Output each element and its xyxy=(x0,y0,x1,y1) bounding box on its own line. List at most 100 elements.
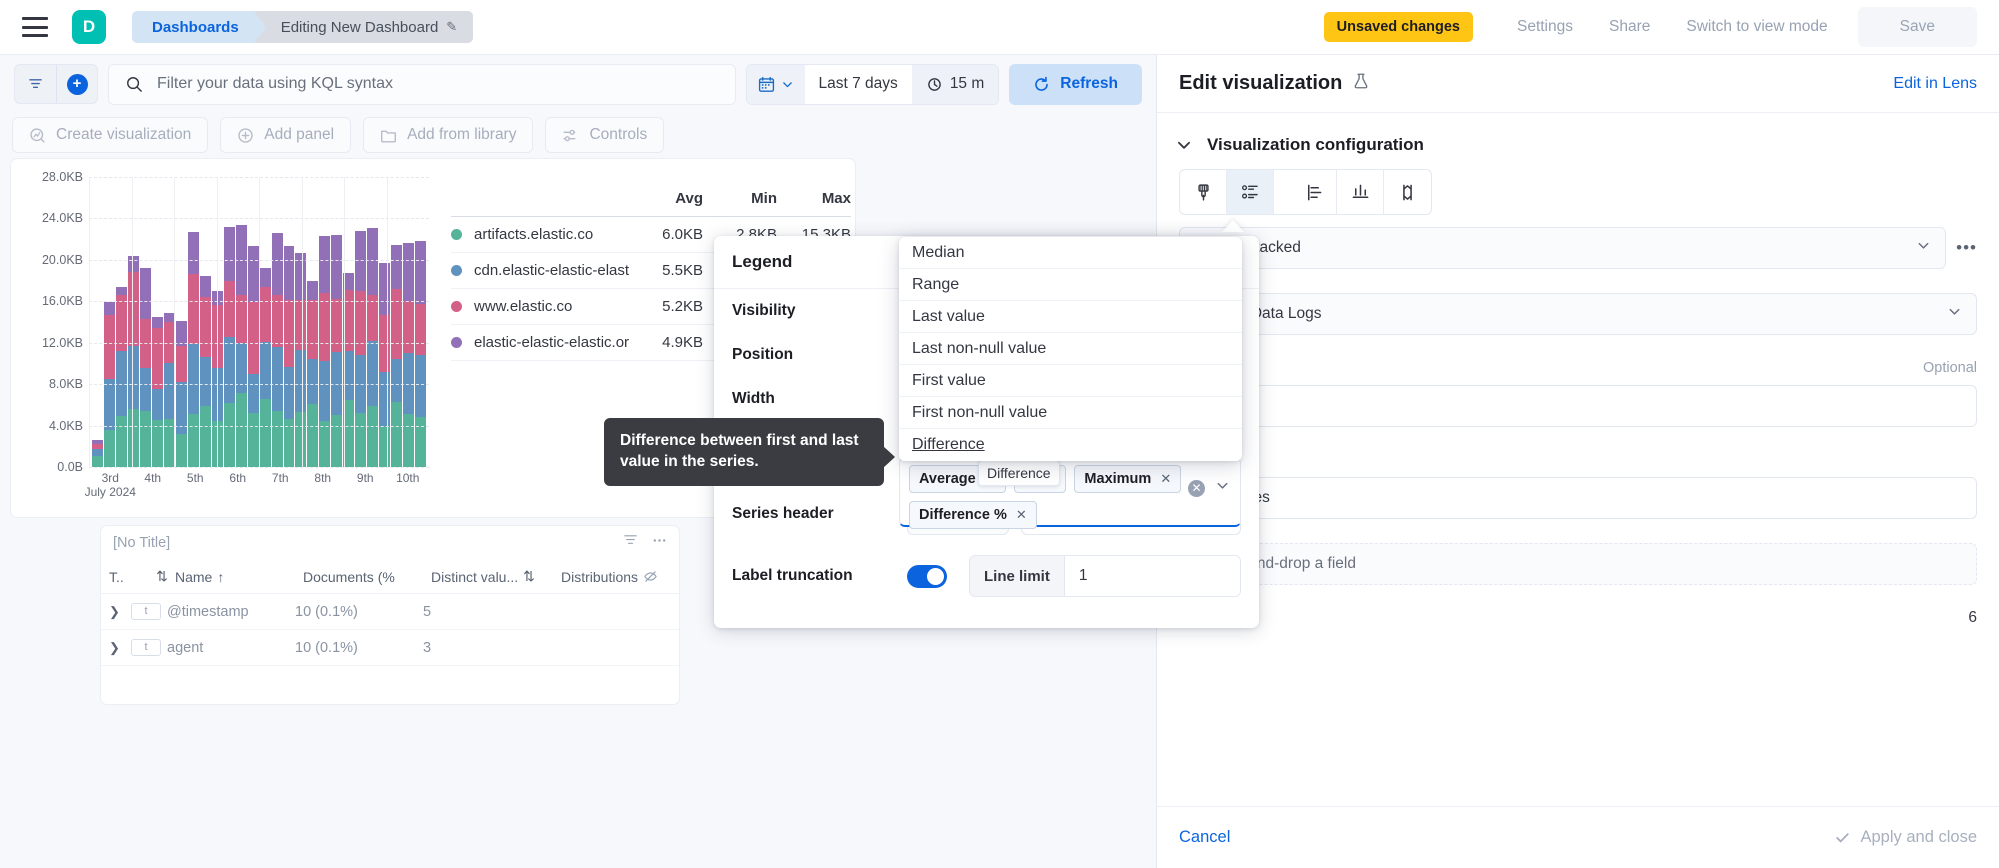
data-view-select[interactable]: Sample Data Logs xyxy=(1179,293,1977,335)
apply-and-close-button[interactable]: Apply and close xyxy=(1834,828,1978,847)
breadcrumb-current[interactable]: Editing New Dashboard ✎ xyxy=(255,11,474,43)
menu-item-median[interactable]: Median xyxy=(899,237,1242,269)
bar[interactable] xyxy=(92,440,103,467)
vertical-gridline xyxy=(344,177,345,467)
col-type[interactable]: T.. xyxy=(109,569,149,585)
bar[interactable] xyxy=(355,231,366,467)
bar[interactable] xyxy=(331,235,342,467)
bar[interactable] xyxy=(236,225,247,467)
col-distributions[interactable]: Distributions xyxy=(561,569,643,585)
panel-menu-icon[interactable] xyxy=(652,533,667,553)
table-row[interactable]: ❯t@timestamp10 (0.1%)5 xyxy=(101,594,679,630)
axis-left-icon-button[interactable] xyxy=(1290,170,1337,214)
menu-item-last-value[interactable]: Last value xyxy=(899,301,1242,333)
breadcrumb-dashboards[interactable]: Dashboards xyxy=(132,11,255,43)
bar-segment xyxy=(379,263,390,315)
menu-item-first-value[interactable]: First value xyxy=(899,365,1242,397)
bar[interactable] xyxy=(403,243,414,467)
controls-button[interactable]: Controls xyxy=(545,117,664,153)
bar[interactable] xyxy=(140,268,151,467)
line-limit-value[interactable]: 1 xyxy=(1065,556,1240,596)
refresh-interval-button[interactable]: 15 m xyxy=(912,65,998,104)
field-documents: 10 (0.1%) xyxy=(295,640,423,656)
filter-icon[interactable] xyxy=(623,533,638,553)
menu-item-first-non-null-value[interactable]: First non-null value xyxy=(899,397,1242,429)
statistics-pill-maximum[interactable]: Maximum ✕ xyxy=(1074,465,1181,493)
bar-segment xyxy=(140,268,151,319)
bar[interactable] xyxy=(284,246,295,467)
bar[interactable] xyxy=(200,276,211,467)
filter-icon[interactable] xyxy=(15,65,56,103)
vertical-axis-field[interactable]: an of bytes xyxy=(1179,477,1977,519)
statistics-combo-box[interactable]: Average ✕ m ✕ Maximum ✕ Difference % ✕ ✕ xyxy=(899,457,1241,527)
col-type-sort-icon[interactable]: ⇅ xyxy=(149,568,175,585)
menu-icon[interactable] xyxy=(22,17,48,37)
axis-right-icon-button[interactable] xyxy=(1384,170,1431,214)
date-quick-select-button[interactable] xyxy=(747,65,805,104)
breadcrumb: Dashboards Editing New Dashboard ✎ xyxy=(132,11,473,43)
bar[interactable] xyxy=(307,281,318,467)
col-name[interactable]: Name↑ xyxy=(175,569,303,585)
bar[interactable] xyxy=(116,287,127,467)
field-documents: 10 (0.1%) xyxy=(295,604,423,620)
col-distinct[interactable]: Distinct valu...⇅ xyxy=(431,568,561,585)
line-limit-field[interactable]: Line limit 1 xyxy=(969,555,1241,597)
remove-icon[interactable]: ✕ xyxy=(1016,507,1027,523)
bar-segment xyxy=(200,357,211,406)
bar[interactable] xyxy=(260,268,271,467)
bar[interactable] xyxy=(379,263,390,467)
expand-row-icon[interactable]: ❯ xyxy=(109,604,131,620)
time-range-value[interactable]: Last 7 days xyxy=(805,65,912,104)
bar[interactable] xyxy=(248,246,259,467)
axis-bottom-icon-button[interactable] xyxy=(1337,170,1384,214)
table-row[interactable]: ❯tagent10 (0.1%)3 xyxy=(101,630,679,666)
legend-list-icon-button[interactable] xyxy=(1227,170,1274,214)
breakdown-dropzone[interactable]: or drag-and-drop a field xyxy=(1179,543,1977,585)
settings-button[interactable]: Settings xyxy=(1499,18,1591,36)
save-button[interactable]: Save xyxy=(1858,7,1977,47)
horizontal-axis-field[interactable]: mp xyxy=(1179,385,1977,427)
hide-column-icon[interactable] xyxy=(643,569,671,584)
chart-type-more-icon[interactable]: ••• xyxy=(1956,238,1977,258)
visualization-configuration-section[interactable]: Visualization configuration xyxy=(1157,113,1999,163)
add-panel-button[interactable]: Add panel xyxy=(220,117,351,153)
menu-item-range[interactable]: Range xyxy=(899,269,1242,301)
label-truncation-toggle[interactable] xyxy=(907,565,947,588)
expand-row-icon[interactable]: ❯ xyxy=(109,640,131,656)
search-input[interactable] xyxy=(157,75,719,93)
create-visualization-button[interactable]: Create visualization xyxy=(12,117,208,153)
chevron-down-icon[interactable] xyxy=(1215,478,1230,498)
remove-icon[interactable]: ✕ xyxy=(1160,471,1171,487)
bar-segment xyxy=(248,374,259,413)
cancel-button[interactable]: Cancel xyxy=(1179,828,1230,847)
edit-in-lens-link[interactable]: Edit in Lens xyxy=(1893,75,1977,93)
bar[interactable] xyxy=(128,256,139,467)
bar[interactable] xyxy=(188,232,199,467)
workspace-avatar[interactable]: D xyxy=(72,10,106,44)
switch-to-view-mode-button[interactable]: Switch to view mode xyxy=(1668,18,1845,36)
bar[interactable] xyxy=(272,233,283,467)
bar[interactable] xyxy=(224,227,235,467)
col-documents[interactable]: Documents (% xyxy=(303,569,431,585)
refresh-button[interactable]: Refresh xyxy=(1009,64,1142,105)
bar[interactable] xyxy=(391,245,402,467)
bar-segment xyxy=(307,359,318,404)
search-input-wrapper[interactable] xyxy=(108,64,736,105)
bar[interactable] xyxy=(415,241,426,467)
bar[interactable] xyxy=(367,228,378,467)
statistics-pill-difference-pct[interactable]: Difference % ✕ xyxy=(909,501,1037,529)
menu-item-difference[interactable]: Difference xyxy=(899,429,1242,461)
bar-segment xyxy=(152,420,163,467)
clear-icon[interactable]: ✕ xyxy=(1188,480,1205,497)
pencil-icon[interactable]: ✎ xyxy=(446,19,457,35)
add-from-library-button[interactable]: Add from library xyxy=(363,117,533,153)
share-button[interactable]: Share xyxy=(1591,18,1668,36)
bar-segment xyxy=(307,300,318,359)
brush-icon-button[interactable] xyxy=(1180,170,1227,214)
bar-segment xyxy=(319,236,330,293)
add-filter-button[interactable]: + xyxy=(56,65,97,103)
bar[interactable] xyxy=(319,236,330,467)
bar[interactable] xyxy=(152,317,163,467)
menu-item-last-non-null-value[interactable]: Last non-null value xyxy=(899,333,1242,365)
chart-type-select[interactable]: vertical stacked xyxy=(1179,227,1946,269)
